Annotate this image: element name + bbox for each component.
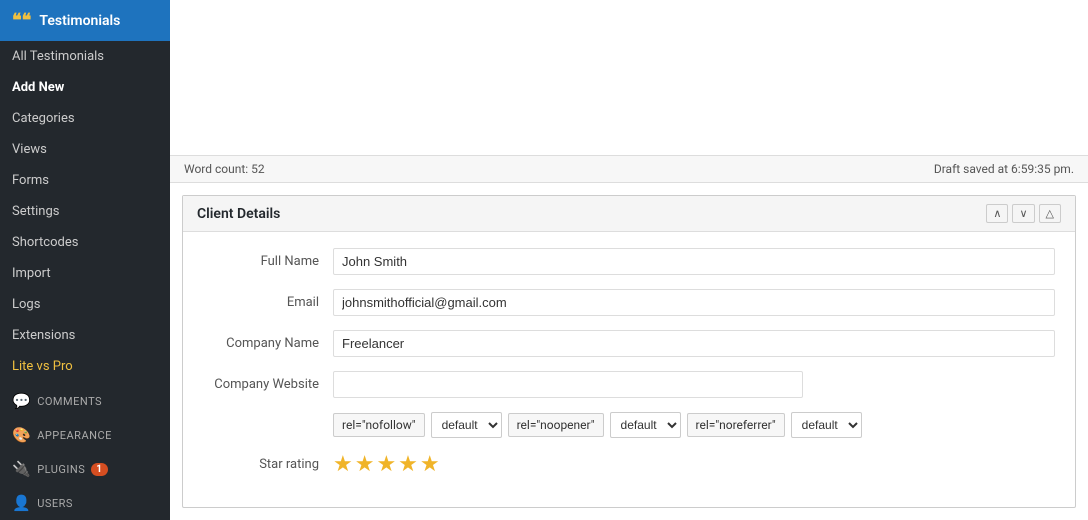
sidebar-item-extensions[interactable]: Extensions — [0, 320, 170, 351]
sidebar-item-label: Forms — [12, 173, 49, 188]
rel-noreferrer-badge: rel="noreferrer" — [687, 413, 785, 437]
panel-controls: ∧ ∨ △ — [986, 204, 1061, 223]
sidebar-item-label: Import — [12, 266, 51, 281]
sidebar-header: ❝❝ Testimonials — [0, 0, 170, 41]
company-website-row: Company Website — [203, 371, 1055, 398]
rel-noreferrer-select[interactable]: default yes no — [791, 412, 862, 438]
sidebar-item-label: Categories — [12, 111, 75, 126]
sidebar-item-views[interactable]: Views — [0, 134, 170, 165]
panel-collapse-down-button[interactable]: ∨ — [1012, 204, 1034, 223]
sidebar-item-settings[interactable]: Settings — [0, 196, 170, 227]
quote-icon: ❝❝ — [12, 10, 31, 31]
rel-row: rel="nofollow" default yes no rel="noope… — [333, 412, 862, 438]
rel-noopener-badge: rel="noopener" — [508, 413, 604, 437]
section-label: Users — [37, 497, 73, 510]
email-row: Email — [203, 289, 1055, 316]
sidebar-title: Testimonials — [39, 13, 120, 29]
sidebar-item-lite-vs-pro[interactable]: Lite vs Pro — [0, 351, 170, 382]
company-name-input[interactable] — [333, 330, 1055, 357]
panel-collapse-up-button[interactable]: ∧ — [986, 204, 1008, 223]
rel-noopener-select[interactable]: default yes no — [610, 412, 681, 438]
client-details-panel: Client Details ∧ ∨ △ Full Name Email Com… — [182, 195, 1076, 508]
sidebar-item-all-testimonials[interactable]: All Testimonials — [0, 41, 170, 72]
sidebar-item-label: All Testimonials — [12, 49, 104, 64]
main-content: Word count: 52 Draft saved at 6:59:35 pm… — [170, 0, 1088, 520]
section-label: Comments — [37, 395, 102, 408]
section-label: Appearance — [37, 429, 112, 442]
sidebar-section-plugins[interactable]: 🔌 Plugins 1 — [0, 450, 170, 484]
sidebar-item-label: Shortcodes — [12, 235, 78, 250]
full-name-input[interactable] — [333, 248, 1055, 275]
sidebar-item-add-new[interactable]: Add New — [0, 72, 170, 103]
comments-icon: 💬 — [12, 392, 31, 410]
email-label: Email — [203, 295, 333, 310]
editor-area — [170, 0, 1088, 155]
panel-header: Client Details ∧ ∨ △ — [183, 196, 1075, 232]
sidebar-item-label: Add New — [12, 80, 64, 95]
rel-nofollow-select[interactable]: default yes no — [431, 412, 502, 438]
plugins-badge: 1 — [91, 463, 107, 476]
word-count: Word count: 52 — [184, 162, 265, 176]
sidebar-item-shortcodes[interactable]: Shortcodes — [0, 227, 170, 258]
full-name-label: Full Name — [203, 254, 333, 269]
users-icon: 👤 — [12, 494, 31, 512]
sidebar-item-label: Settings — [12, 204, 59, 219]
company-website-label: Company Website — [203, 377, 333, 392]
star-rating-row: Star rating ★★★★★ — [203, 452, 1055, 477]
sidebar: ❝❝ Testimonials All Testimonials Add New… — [0, 0, 170, 520]
sidebar-item-import[interactable]: Import — [0, 258, 170, 289]
sidebar-item-label: Lite vs Pro — [12, 359, 73, 374]
star-rating-label: Star rating — [203, 457, 333, 472]
sidebar-nav: All Testimonials Add New Categories View… — [0, 41, 170, 382]
company-name-label: Company Name — [203, 336, 333, 351]
sidebar-section-appearance[interactable]: 🎨 Appearance — [0, 416, 170, 450]
email-input[interactable] — [333, 289, 1055, 316]
sidebar-item-logs[interactable]: Logs — [0, 289, 170, 320]
star-rating-stars[interactable]: ★★★★★ — [333, 452, 442, 477]
form-body: Full Name Email Company Name Company Web… — [183, 232, 1075, 507]
sidebar-item-label: Logs — [12, 297, 40, 312]
draft-saved: Draft saved at 6:59:35 pm. — [934, 162, 1074, 176]
plugins-icon: 🔌 — [12, 460, 31, 478]
sidebar-item-label: Views — [12, 142, 47, 157]
panel-title: Client Details — [197, 206, 280, 222]
company-name-row: Company Name — [203, 330, 1055, 357]
sidebar-item-label: Extensions — [12, 328, 75, 343]
appearance-icon: 🎨 — [12, 426, 31, 444]
sidebar-section-users[interactable]: 👤 Users — [0, 484, 170, 518]
rel-nofollow-badge: rel="nofollow" — [333, 413, 425, 437]
rel-controls-row: rel="nofollow" default yes no rel="noope… — [203, 412, 1055, 438]
panel-toggle-button[interactable]: △ — [1039, 204, 1061, 223]
sidebar-item-categories[interactable]: Categories — [0, 103, 170, 134]
section-label: Plugins — [37, 463, 85, 476]
full-name-row: Full Name — [203, 248, 1055, 275]
sidebar-section-comments[interactable]: 💬 Comments — [0, 382, 170, 416]
word-count-bar: Word count: 52 Draft saved at 6:59:35 pm… — [170, 155, 1088, 183]
company-website-input[interactable] — [333, 371, 803, 398]
sidebar-item-forms[interactable]: Forms — [0, 165, 170, 196]
